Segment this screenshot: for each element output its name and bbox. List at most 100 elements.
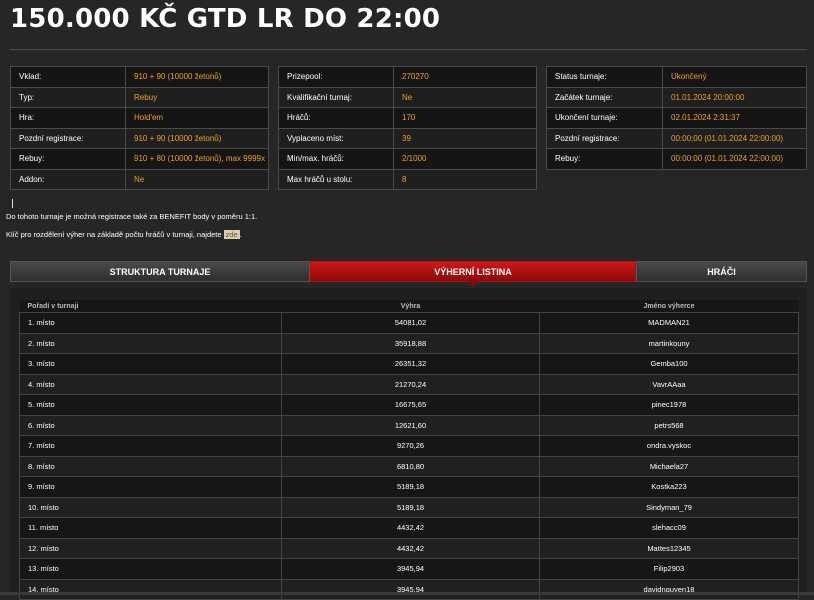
header-place: Pořadí v turnaji — [19, 300, 282, 313]
header-prize: Výhra — [281, 300, 540, 313]
page-title: 150.000 KČ GTD LR DO 22:00 — [10, 4, 441, 34]
place-cell: 13. místo — [19, 558, 282, 580]
header-winner: Jméno výherce — [539, 300, 799, 313]
table-row: 12. místo 4432,42 Mattes12345 — [19, 537, 799, 559]
payout-key-note: Klíč pro rozdělení výher na základě počt… — [6, 230, 242, 239]
info-row: Status turnaje: Ukončený — [546, 66, 807, 88]
text-cursor — [12, 199, 13, 208]
winner-cell: slehacc09 — [539, 517, 799, 539]
prize-cell: 12621,60 — [281, 414, 540, 436]
table-row: 7. místo 9270,26 ondra.vyskoc — [19, 435, 799, 457]
place-cell: 3. místo — [19, 353, 282, 375]
info-value: 910 + 80 (10000 žetonů), max 9999x — [125, 148, 269, 170]
info-table-left: Vklad: 910 + 90 (10000 žetonů) Typ: Rebuy Hr… — [10, 66, 269, 190]
info-value: Ne — [125, 168, 269, 190]
place-cell: 9. místo — [19, 476, 282, 498]
tab-players[interactable]: HRÁČI — [636, 261, 807, 282]
place-cell: 1. místo — [19, 312, 282, 334]
info-value: 8 — [393, 168, 537, 190]
table-row: 8. místo 6810,80 Michaela27 — [19, 455, 799, 477]
prize-cell: 5189,18 — [281, 496, 540, 518]
table-row: 2. místo 35918,88 martinkouny — [19, 332, 799, 354]
info-value: 910 + 90 (10000 žetonů) — [125, 66, 269, 88]
winner-cell: ondra.vyskoc — [539, 435, 799, 457]
info-value: 02.01.2024 2:31:37 — [662, 107, 807, 129]
info-table-right: Status turnaje: Ukončený Začátek turnaje: 0… — [546, 66, 807, 170]
table-row: 6. místo 12621,60 petrs568 — [19, 414, 799, 436]
info-label: Hra: — [10, 107, 126, 129]
info-value: Hold'em — [125, 107, 269, 129]
info-value: 39 — [393, 127, 537, 149]
tab-bar: STRUKTURA TURNAJE VÝHERNÍ LISTINA HRÁČI — [10, 261, 807, 287]
place-cell: 4. místo — [19, 373, 282, 395]
info-row: Vklad: 910 + 90 (10000 žetonů) — [10, 66, 269, 88]
title-divider — [10, 49, 807, 50]
prize-cell: 9270,26 — [281, 435, 540, 457]
place-cell: 10. místo — [19, 496, 282, 518]
winner-cell: Filip2903 — [539, 558, 799, 580]
info-row: Addon: Ne — [10, 168, 269, 190]
info-row: Min/max. hráčů: 2/1000 — [278, 148, 537, 170]
place-cell: 7. místo — [19, 435, 282, 457]
table-row: 4. místo 21270,24 VavrAAaa — [19, 373, 799, 395]
prize-cell: 21270,24 — [281, 373, 540, 395]
place-cell: 12. místo — [19, 537, 282, 559]
winner-cell: MADMAN21 — [539, 312, 799, 334]
info-value: Ne — [393, 86, 537, 108]
info-row: Vyplaceno míst: 39 — [278, 127, 537, 149]
tab-winners[interactable]: VÝHERNÍ LISTINA — [310, 261, 636, 287]
payout-key-link[interactable]: zde — [223, 230, 240, 239]
info-row: Pozdní registrace: 910 + 90 (10000 žetonů… — [10, 127, 269, 149]
info-value: 170 — [393, 107, 537, 129]
info-label: Typ: — [10, 86, 126, 108]
active-tab-indicator — [468, 281, 478, 287]
info-row: Kvalifikační turnaj: Ne — [278, 86, 537, 108]
table-row: 10. místo 5189,18 Sindyman_79 — [19, 496, 799, 518]
tab-winners-label: VÝHERNÍ LISTINA — [434, 267, 512, 277]
info-value: Ukončený — [662, 66, 807, 88]
info-label: Ukončení turnaje: — [546, 107, 663, 129]
info-row: Hra: Hold'em — [10, 107, 269, 129]
info-row: Pozdní registrace: 00:00:00 (01.01.2024 2… — [546, 127, 807, 149]
info-value: 2/1000 — [393, 148, 537, 170]
info-label: Rebuy: — [546, 148, 663, 170]
prize-cell: 3945,94 — [281, 578, 540, 600]
payout-key-text: Klíč pro rozdělení výher na základě počt… — [6, 230, 224, 239]
info-row: Rebuy: 00:00:00 (01.01.2024 22:00:00) — [546, 148, 807, 170]
info-row: Začátek turnaje: 01.01.2024 20:00:00 — [546, 86, 807, 108]
winner-cell: Sindyman_79 — [539, 496, 799, 518]
info-row: Max hráčů u stolu: 8 — [278, 168, 537, 190]
info-label: Pozdní registrace: — [10, 127, 126, 149]
info-label: Max hráčů u stolu: — [278, 168, 394, 190]
winner-cell: VavrAAaa — [539, 373, 799, 395]
info-label: Vklad: — [10, 66, 126, 88]
info-value: 270270 — [393, 66, 537, 88]
prize-cell: 26351,32 — [281, 353, 540, 375]
info-label: Hráčů: — [278, 107, 394, 129]
info-label: Addon: — [10, 168, 126, 190]
results-table: Pořadí v turnaji Výhra Jméno výherce 1. … — [19, 300, 799, 600]
tab-structure[interactable]: STRUKTURA TURNAJE — [10, 261, 310, 282]
table-row: 11. místo 4432,42 slehacc09 — [19, 517, 799, 539]
prize-cell: 16675,65 — [281, 394, 540, 416]
info-label: Vyplaceno míst: — [278, 127, 394, 149]
info-value: Rebuy — [125, 86, 269, 108]
place-cell: 14. místo — [19, 578, 282, 600]
winner-cell: davidnguyen18 — [539, 578, 799, 600]
info-value: 910 + 90 (10000 žetonů) — [125, 127, 269, 149]
prize-cell: 54081,02 — [281, 312, 540, 334]
info-label: Status turnaje: — [546, 66, 663, 88]
benefit-note: Do tohoto turnaje je možná registrace ta… — [6, 212, 258, 221]
winner-cell: Kostka223 — [539, 476, 799, 498]
info-row: Ukončení turnaje: 02.01.2024 2:31:37 — [546, 107, 807, 129]
winner-cell: martinkouny — [539, 332, 799, 354]
prize-cell: 6810,80 — [281, 455, 540, 477]
prize-cell: 4432,42 — [281, 537, 540, 559]
info-table-middle: Prizepool: 270270 Kvalifikační turnaj: Ne Hr… — [278, 66, 537, 190]
winner-cell: pinec1978 — [539, 394, 799, 416]
info-label: Začátek turnaje: — [546, 86, 663, 108]
info-label: Min/max. hráčů: — [278, 148, 394, 170]
info-label: Prizepool: — [278, 66, 394, 88]
info-row: Rebuy: 910 + 80 (10000 žetonů), max 9999x — [10, 148, 269, 170]
table-row: 9. místo 5189,18 Kostka223 — [19, 476, 799, 498]
